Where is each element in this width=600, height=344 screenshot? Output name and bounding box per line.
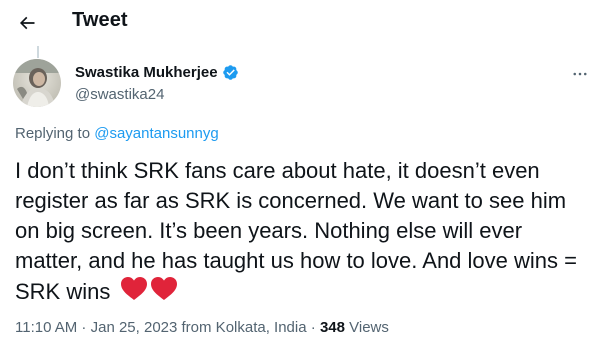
meta-separator: · — [77, 319, 91, 336]
avatar-image — [13, 59, 61, 107]
red-heart-icon: ❤️❤️ — [120, 276, 178, 310]
verified-badge-icon — [222, 65, 238, 80]
replying-to: Replying to @sayantansunnyg — [15, 125, 219, 142]
more-horizontal-icon — [573, 72, 587, 76]
header: Tweet — [0, 0, 600, 46]
back-button[interactable] — [10, 6, 44, 40]
reply-mention-link[interactable]: @sayantansunnyg — [94, 125, 218, 142]
tweet-body: I don’t think SRK fans care about hate, … — [15, 158, 577, 304]
page-title: Tweet — [72, 9, 128, 31]
more-options-button[interactable] — [568, 62, 592, 86]
tweet-meta: 11:10 AM · Jan 25, 2023 from Kolkata, In… — [15, 319, 389, 336]
tweet-text: I don’t think SRK fans care about hate, … — [15, 156, 590, 310]
views-label: Views — [344, 319, 389, 336]
author-name-row: Swastika Mukherjee — [75, 64, 239, 81]
tweet-date-location[interactable]: Jan 25, 2023 from Kolkata, India — [91, 319, 307, 336]
author-handle[interactable]: @swastika24 — [75, 86, 164, 103]
thread-connector-line — [37, 46, 39, 58]
meta-separator: · — [306, 319, 320, 336]
replying-to-label: Replying to — [15, 125, 95, 142]
tweet-page: Tweet Swastika Mukherjee @swastika24 Rep… — [0, 0, 600, 344]
views-count: 348 — [319, 319, 345, 336]
author-name[interactable]: Swastika Mukherjee — [75, 64, 218, 81]
tweet-time[interactable]: 11:10 AM — [15, 319, 77, 336]
arrow-left-icon — [19, 16, 35, 30]
avatar[interactable] — [13, 59, 61, 107]
